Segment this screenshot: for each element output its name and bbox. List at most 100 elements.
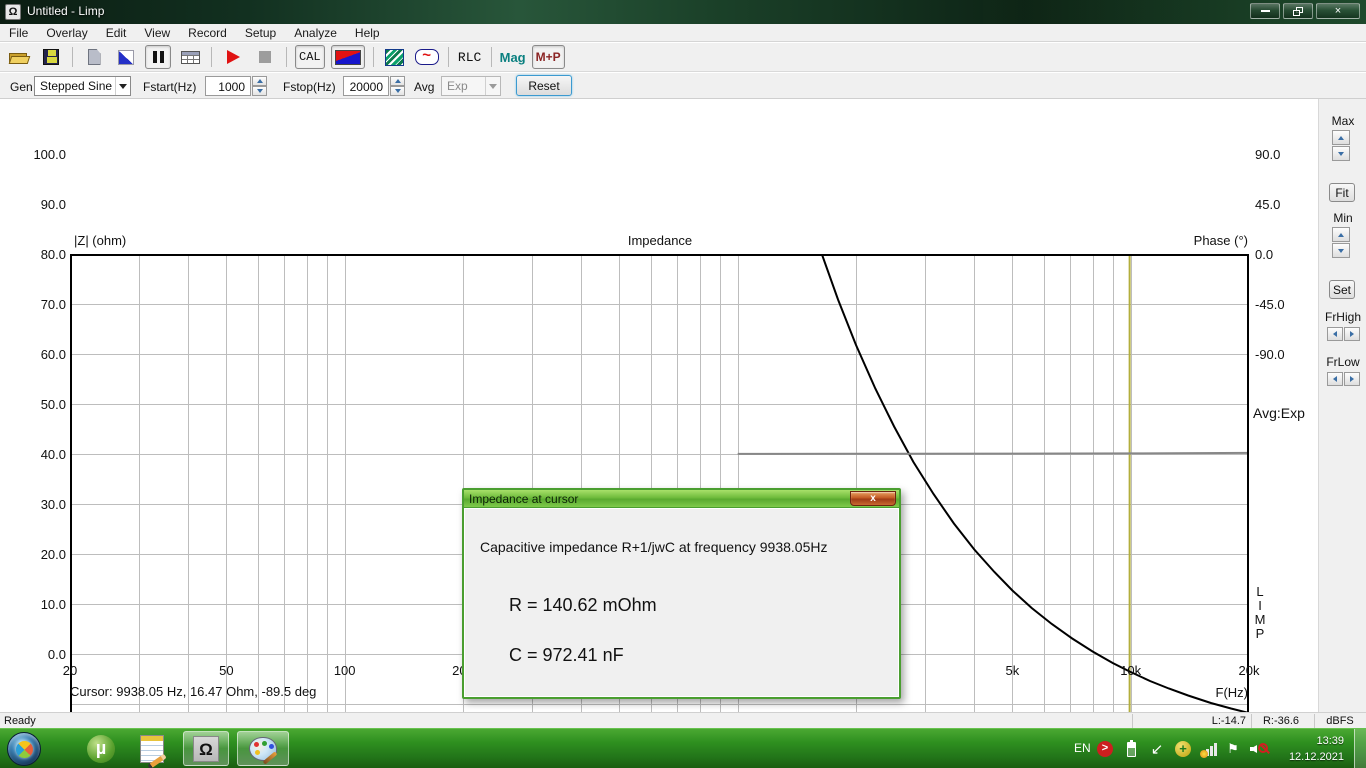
statusbar-separator: [1132, 714, 1133, 728]
avg-select[interactable]: Exp: [441, 76, 501, 96]
statusbar-separator: [1314, 714, 1315, 728]
fstop-down-button[interactable]: [390, 86, 405, 96]
max-down-button[interactable]: [1332, 146, 1350, 161]
frlow-right-button[interactable]: [1344, 372, 1360, 386]
save-file-button[interactable]: [38, 45, 64, 69]
menu-item-file[interactable]: File: [0, 25, 37, 41]
tray-app-icon[interactable]: >: [1096, 740, 1114, 758]
axis-tick-label: 5k: [1005, 663, 1020, 678]
stop-icon: [259, 51, 271, 63]
network-tray-icon[interactable]: [1199, 740, 1218, 758]
impedance-at-cursor-dialog: Impedance at cursor x Capacitive impedan…: [462, 488, 901, 699]
fstop-input[interactable]: 20000: [343, 76, 389, 96]
capacitance-value: C = 972.41 nF: [509, 645, 624, 665]
magnitude-phase-button[interactable]: M+P: [531, 45, 565, 69]
fstop-up-button[interactable]: [390, 76, 405, 86]
impedance-view-button[interactable]: [330, 45, 365, 69]
new-file-button[interactable]: [81, 45, 107, 69]
left-arrow-icon: [1333, 376, 1337, 382]
paint-taskbar-button[interactable]: [237, 731, 289, 766]
overlay-button[interactable]: [113, 45, 139, 69]
sine-wave-icon: ~: [414, 48, 439, 65]
frhigh-left-button[interactable]: [1327, 327, 1343, 341]
dialog-close-button[interactable]: x: [850, 491, 896, 506]
volume-tray-icon[interactable]: [1250, 740, 1268, 758]
chevron-down-icon: [115, 77, 130, 95]
download-tray-icon[interactable]: ↙: [1148, 740, 1166, 758]
fstart-input[interactable]: 1000: [205, 76, 251, 96]
record-start-button[interactable]: [220, 45, 246, 69]
menu-item-analyze[interactable]: Analyze: [285, 25, 346, 41]
magnitude-button[interactable]: Mag: [500, 45, 526, 69]
reset-button[interactable]: Reset: [516, 75, 572, 96]
generator-button[interactable]: ~: [414, 45, 440, 69]
down-left-arrow-icon: ↙: [1150, 741, 1164, 758]
up-arrow-icon: [1338, 135, 1344, 140]
overlap-button[interactable]: [382, 45, 408, 69]
limp-taskbar-button[interactable]: Ω: [183, 731, 229, 766]
action-center-tray-icon[interactable]: ⚑: [1224, 740, 1242, 758]
toolbar: CAL ~ RLC Mag M+P: [0, 43, 1366, 72]
fstart-label: Fstart(Hz): [143, 80, 197, 94]
chart-title: Impedance: [627, 233, 693, 248]
windows-logo-icon: [12, 737, 37, 762]
tray-clock[interactable]: 13:39 12.12.2021: [1289, 733, 1344, 765]
down-arrow-icon: [394, 89, 401, 93]
language-indicator[interactable]: EN: [1074, 741, 1091, 755]
open-file-button[interactable]: [6, 45, 32, 69]
antivirus-tray-icon[interactable]: +: [1174, 740, 1192, 758]
pause-button[interactable]: [145, 45, 171, 69]
table-view-button[interactable]: [177, 45, 203, 69]
menu-item-overlay[interactable]: Overlay: [37, 25, 96, 41]
red-play-icon: >: [1097, 741, 1113, 757]
menu-item-edit[interactable]: Edit: [97, 25, 136, 41]
utorrent-taskbar-button[interactable]: µ: [85, 734, 117, 764]
notepad-taskbar-button[interactable]: [136, 734, 168, 768]
axis-tick-label: 45.0: [1255, 197, 1281, 212]
frhigh-right-button[interactable]: [1344, 327, 1360, 341]
restore-button[interactable]: [1283, 3, 1313, 19]
min-up-button[interactable]: [1332, 227, 1350, 242]
taskbar: µ Ω EN > ↙ + ⚑ 13:39 12.12.2021: [0, 728, 1366, 768]
muted-speaker-icon: [1250, 740, 1268, 758]
axis-tick-label: 80.0: [40, 247, 66, 262]
menu-item-help[interactable]: Help: [346, 25, 389, 41]
fit-button[interactable]: Fit: [1329, 183, 1355, 202]
minimize-icon: [1260, 10, 1270, 12]
cursor-readout: Cursor: 9938.05 Hz, 16.47 Ohm, -89.5 deg: [70, 684, 317, 699]
dialog-titlebar[interactable]: Impedance at cursor x: [464, 490, 899, 508]
set-button[interactable]: Set: [1329, 280, 1355, 299]
left-axis-title: |Z| (ohm): [74, 233, 127, 248]
dialog-body: Capacitive impedance R+1/jwC at frequenc…: [464, 508, 899, 697]
minimize-button[interactable]: [1250, 3, 1280, 19]
min-down-button[interactable]: [1332, 243, 1350, 258]
axis-tick-label: 50: [219, 663, 234, 678]
series-phase: [737, 451, 1249, 455]
cal-label: CAL: [299, 50, 321, 64]
record-stop-button[interactable]: [252, 45, 278, 69]
battery-icon: [1126, 739, 1136, 757]
axis-tick-label: 20.0: [40, 547, 66, 562]
toolbar-separator: [286, 47, 287, 67]
menu-bar: File Overlay Edit View Record Setup Analyze Hel…: [0, 24, 1366, 42]
axis-tick-label: 90.0: [1255, 147, 1281, 162]
fstart-up-button[interactable]: [252, 76, 267, 86]
generator-type-select[interactable]: Stepped Sine: [34, 76, 131, 96]
menu-item-view[interactable]: View: [135, 25, 179, 41]
right-arrow-icon: [1350, 376, 1354, 382]
start-button[interactable]: [7, 732, 41, 766]
close-button[interactable]: ×: [1316, 3, 1360, 19]
frlow-left-button[interactable]: [1327, 372, 1343, 386]
rlc-button[interactable]: RLC: [457, 45, 483, 69]
play-icon: [226, 50, 240, 64]
green-plus-icon: +: [1175, 741, 1191, 757]
show-desktop-button[interactable]: [1354, 729, 1366, 768]
fstart-down-button[interactable]: [252, 86, 267, 96]
battery-tray-icon[interactable]: [1122, 739, 1140, 758]
max-up-button[interactable]: [1332, 130, 1350, 145]
axis-tick-label: 30.0: [40, 497, 66, 512]
menu-item-setup[interactable]: Setup: [236, 25, 285, 41]
window-titlebar: Ω Untitled - Limp ×: [0, 0, 1366, 24]
menu-item-record[interactable]: Record: [179, 25, 236, 41]
calibrate-button[interactable]: CAL: [295, 45, 325, 69]
